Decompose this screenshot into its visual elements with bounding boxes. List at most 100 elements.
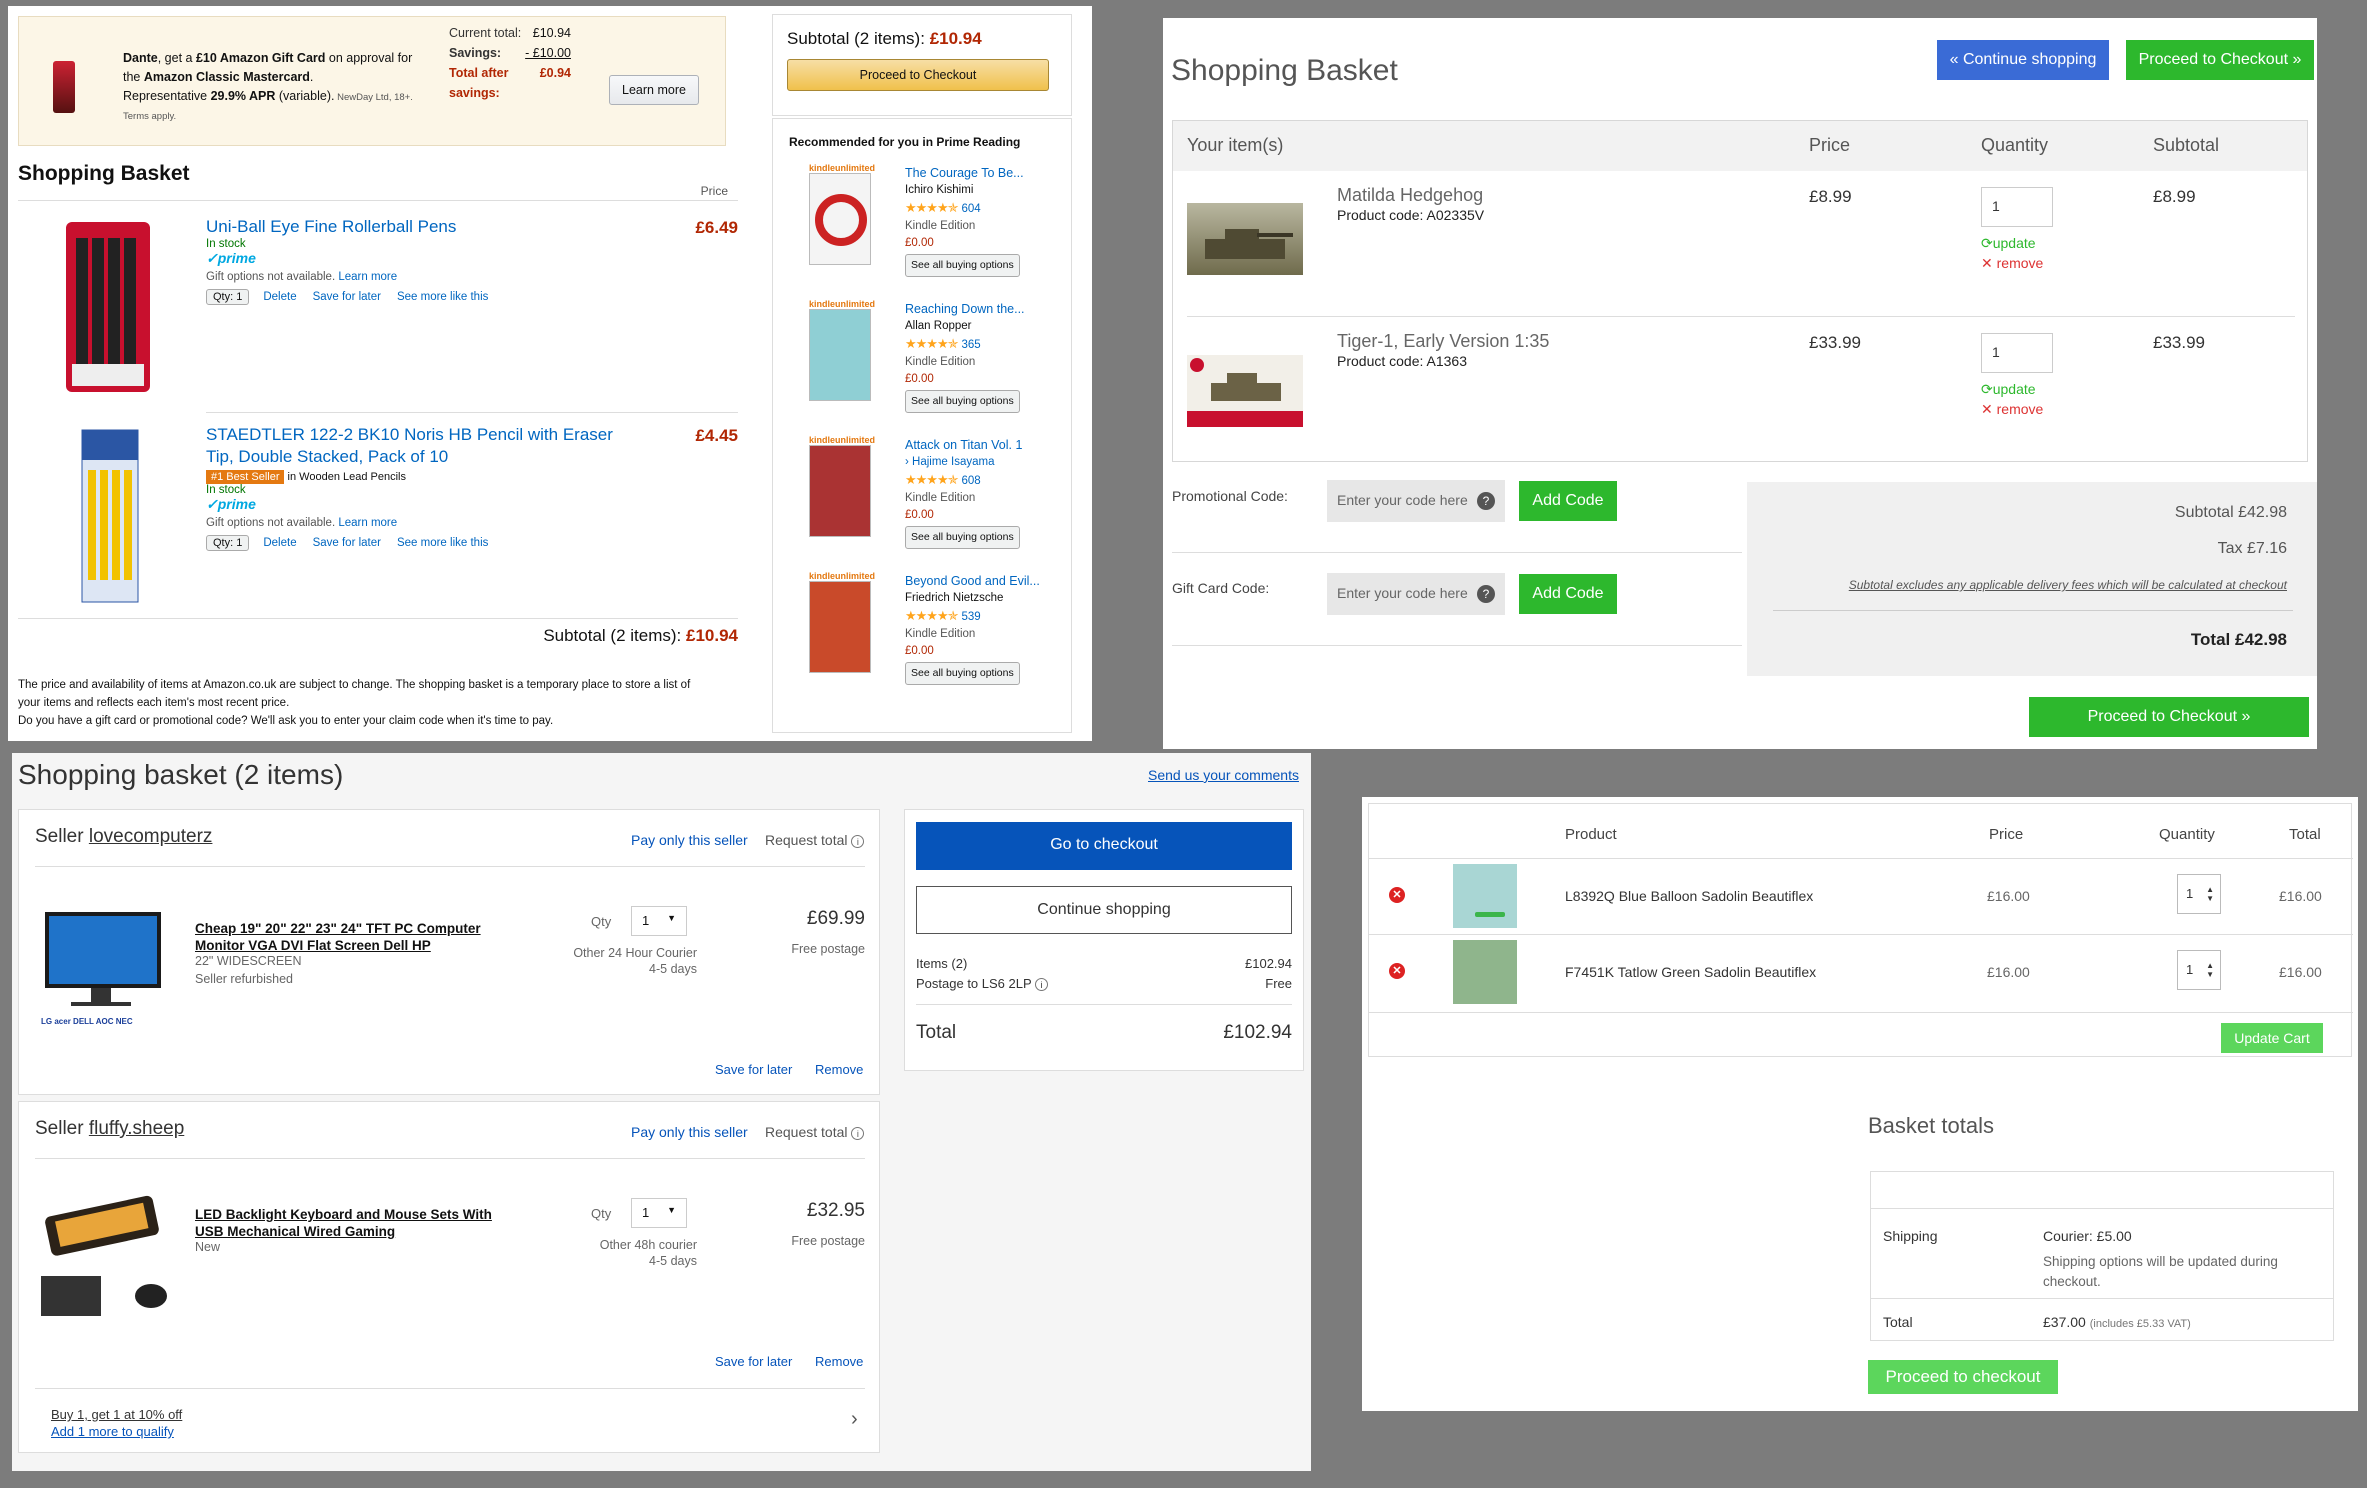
info-icon: i	[851, 1127, 865, 1140]
remove-item-icon[interactable]: ✕	[1389, 887, 1405, 903]
continue-shopping-button[interactable]: « Continue shopping	[1937, 40, 2109, 80]
quantity-select[interactable]: 1 ▼	[631, 1198, 687, 1228]
delete-link[interactable]: Delete	[263, 537, 296, 549]
review-count-link[interactable]: 365	[962, 339, 981, 351]
seller-group: Seller lovecomputerz Pay only this selle…	[18, 809, 880, 1095]
continue-shopping-button[interactable]: Continue shopping	[916, 886, 1292, 934]
book-title-link[interactable]: The Courage To Be...	[905, 165, 1065, 182]
pay-only-this-seller-link[interactable]: Pay only this seller	[631, 832, 748, 848]
quantity-select[interactable]: Qty: 1	[206, 289, 250, 305]
learn-more-button[interactable]: Learn more	[609, 75, 699, 105]
offer-text: Buy 1, get 1 at 10% off	[51, 1407, 183, 1422]
totals-table: Shipping Courier: £5.00 Shipping options…	[1870, 1171, 2334, 1341]
stepper-arrows-icon[interactable]: ▲ ▼	[2206, 961, 2214, 979]
checkout-box: Subtotal (2 items): £10.94 Proceed to Ch…	[772, 14, 1072, 116]
see-all-buying-options-button[interactable]: See all buying options	[905, 254, 1020, 277]
seller-name-link[interactable]: fluffy.sheep	[89, 1118, 184, 1139]
update-cart-button[interactable]: Update Cart	[2221, 1023, 2323, 1053]
add-gift-card-button[interactable]: Add Code	[1519, 574, 1617, 614]
offer-qualify-link[interactable]: Add 1 more to qualify	[51, 1423, 182, 1440]
review-count-link[interactable]: 608	[962, 475, 981, 487]
quantity-input[interactable]: 1	[1981, 187, 2053, 227]
proceed-to-checkout-button[interactable]: Proceed to Checkout »	[2126, 40, 2314, 80]
items-count: Items (2)	[916, 956, 968, 971]
product-image-monitor[interactable]: LG acer DELL AOC NEC	[41, 908, 165, 1040]
proceed-to-checkout-bottom-button[interactable]: Proceed to Checkout »	[2029, 697, 2309, 737]
row-subtotal: £8.99	[2153, 187, 2196, 206]
product-image-tiger[interactable]	[1187, 355, 1303, 427]
remove-link[interactable]: Remove	[815, 1354, 863, 1369]
product-name-link[interactable]: L8392Q Blue Balloon Sadolin Beautiflex	[1565, 888, 1813, 904]
proceed-to-checkout-button[interactable]: Proceed to Checkout	[787, 59, 1049, 91]
see-all-buying-options-button[interactable]: See all buying options	[905, 390, 1020, 413]
quantity-select[interactable]: Qty: 1	[206, 535, 250, 551]
product-name-link[interactable]: F7451K Tatlow Green Sadolin Beautiflex	[1565, 964, 1816, 980]
book-title-link[interactable]: Attack on Titan Vol. 1	[905, 437, 1065, 454]
add-promo-code-button[interactable]: Add Code	[1519, 481, 1617, 521]
paint-swatch[interactable]	[1453, 864, 1517, 928]
save-for-later-link[interactable]: Save for later	[715, 1354, 792, 1369]
book-title-link[interactable]: Reaching Down the...	[905, 301, 1065, 318]
book-cover[interactable]	[809, 581, 871, 673]
book-author-link[interactable]: › Hajime Isayama	[905, 454, 1065, 471]
divider	[1773, 610, 2293, 611]
quantity-stepper[interactable]: 1 ▲ ▼	[2177, 950, 2221, 990]
gift-card-input[interactable]: Enter your code here?	[1327, 573, 1505, 615]
total-value: £102.94	[1223, 1022, 1292, 1043]
product-image-keyboard[interactable]	[41, 1186, 181, 1316]
book-cover[interactable]	[809, 173, 871, 265]
recommendation-details: Beyond Good and Evil... Friedrich Nietzs…	[905, 573, 1065, 685]
book-cover[interactable]	[809, 309, 871, 401]
row-subtotal: £33.99	[2153, 333, 2205, 352]
help-icon[interactable]: ?	[1477, 492, 1495, 510]
stepper-arrows-icon[interactable]: ▲ ▼	[2206, 885, 2214, 903]
product-image-pens[interactable]	[58, 214, 158, 394]
review-count-link[interactable]: 539	[962, 611, 981, 623]
see-more-like-this-link[interactable]: See more like this	[397, 537, 488, 549]
book-title-link[interactable]: Beyond Good and Evil...	[905, 573, 1065, 590]
item-title-link[interactable]: STAEDTLER 122-2 BK10 Noris HB Pencil wit…	[206, 424, 626, 468]
item-title-link[interactable]: Uni-Ball Eye Fine Rollerball Pens	[206, 216, 656, 238]
help-icon[interactable]: ?	[1477, 585, 1495, 603]
update-link[interactable]: ⟳update	[1981, 381, 2036, 398]
book-cover[interactable]	[809, 445, 871, 537]
request-total-link[interactable]: Request total i	[765, 1124, 865, 1140]
request-total-link[interactable]: Request total i	[765, 832, 865, 848]
quantity-stepper[interactable]: 1 ▲ ▼	[2177, 874, 2221, 914]
multibuy-offer[interactable]: Buy 1, get 1 at 10% off Add 1 more to qu…	[51, 1406, 182, 1440]
gift-learn-more-link[interactable]: Learn more	[338, 517, 397, 529]
product-image-tank[interactable]	[1187, 203, 1303, 275]
quantity-select[interactable]: 1 ▼	[631, 906, 687, 936]
seller-name-link[interactable]: lovecomputerz	[89, 826, 213, 847]
item-price: £69.99	[806, 908, 865, 929]
quantity-input[interactable]: 1	[1981, 333, 2053, 373]
paint-swatch[interactable]	[1453, 940, 1517, 1004]
gift-learn-more-link[interactable]: Learn more	[338, 271, 397, 283]
item-title-link[interactable]: LED Backlight Keyboard and Mouse Sets Wi…	[195, 1206, 499, 1240]
see-more-like-this-link[interactable]: See more like this	[397, 291, 488, 303]
best-seller-category[interactable]: in Wooden Lead Pencils	[288, 471, 406, 483]
review-count-link[interactable]: 604	[962, 203, 981, 215]
proceed-to-checkout-button[interactable]: Proceed to checkout	[1868, 1360, 2058, 1394]
qty-label: Qty	[591, 1206, 612, 1221]
save-for-later-link[interactable]: Save for later	[313, 537, 381, 549]
update-link[interactable]: ⟳update	[1981, 235, 2036, 252]
pay-only-this-seller-link[interactable]: Pay only this seller	[631, 1124, 748, 1140]
item-title-link[interactable]: Cheap 19" 20" 22" 23" 24" TFT PC Compute…	[195, 920, 499, 954]
item-info: LED Backlight Keyboard and Mouse Sets Wi…	[195, 1206, 499, 1254]
delete-link[interactable]: Delete	[263, 291, 296, 303]
promo-code-input[interactable]: Enter your code here?	[1327, 480, 1505, 522]
go-to-checkout-button[interactable]: Go to checkout	[916, 822, 1292, 870]
product-image-pencils[interactable]	[80, 426, 140, 606]
remove-link[interactable]: ✕ remove	[1981, 401, 2043, 418]
chevron-right-icon[interactable]: ›	[851, 1408, 858, 1431]
remove-link[interactable]: ✕ remove	[1981, 255, 2043, 272]
see-all-buying-options-button[interactable]: See all buying options	[905, 662, 1020, 685]
send-comments-link[interactable]: Send us your comments	[1148, 767, 1299, 783]
info-icon[interactable]: i	[1035, 978, 1049, 991]
see-all-buying-options-button[interactable]: See all buying options	[905, 526, 1020, 549]
remove-item-icon[interactable]: ✕	[1389, 963, 1405, 979]
save-for-later-link[interactable]: Save for later	[715, 1062, 792, 1077]
remove-link[interactable]: Remove	[815, 1062, 863, 1077]
save-for-later-link[interactable]: Save for later	[313, 291, 381, 303]
